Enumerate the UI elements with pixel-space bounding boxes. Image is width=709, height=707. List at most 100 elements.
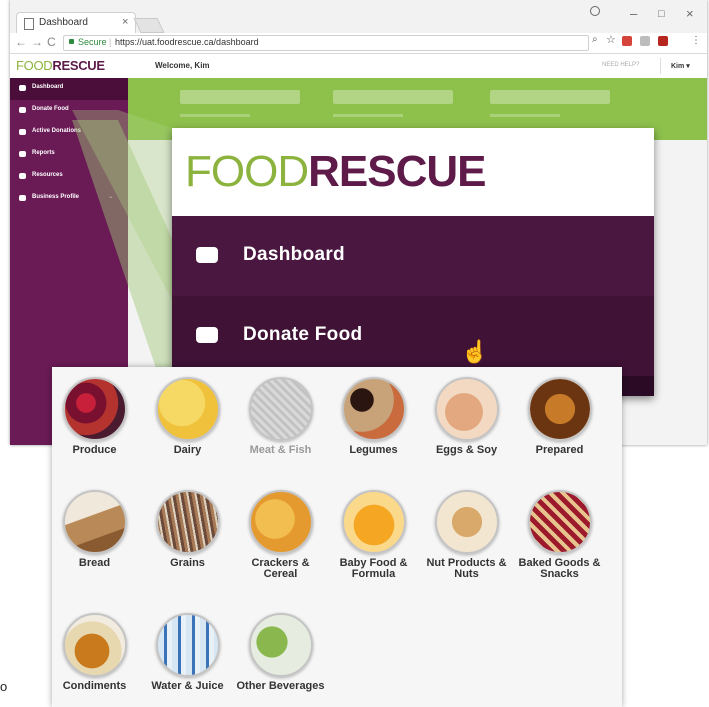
- browser-menu-icon[interactable]: ⋮: [691, 35, 701, 46]
- sidebar-item-active-donations[interactable]: Active Donations: [10, 122, 128, 144]
- stat-value-placeholder: [490, 90, 610, 104]
- minimize-button[interactable]: –: [630, 6, 637, 21]
- category-condiments[interactable]: Condiments: [48, 613, 141, 692]
- category-label: Nut Products & Nuts: [426, 557, 507, 580]
- category-eggs-soy[interactable]: Eggs & Soy: [420, 377, 513, 456]
- category-label: Condiments: [62, 680, 127, 692]
- stat-label-placeholder: [490, 114, 560, 117]
- category-prepared[interactable]: Prepared: [513, 377, 606, 456]
- zoom-item-label: Dashboard: [243, 244, 345, 265]
- sidebar-item-label: Active Donations: [32, 128, 82, 134]
- extension-icon[interactable]: [622, 36, 632, 46]
- forward-button[interactable]: →: [31, 35, 43, 49]
- nut-products-nuts-icon: [434, 490, 499, 554]
- tab-close-icon[interactable]: ×: [122, 16, 128, 28]
- donate-food-icon: [196, 327, 218, 343]
- category-baked-goods-snacks[interactable]: Baked Goods & Snacks: [513, 490, 606, 580]
- hand-cursor-icon: ☝: [461, 339, 489, 364]
- sidebar-item-donate-food[interactable]: Donate Food: [10, 100, 128, 122]
- category-produce[interactable]: Produce: [48, 377, 141, 456]
- category-dairy[interactable]: Dairy: [141, 377, 234, 456]
- sidebar-item-label: Donate Food: [32, 106, 69, 112]
- logo-rescue-text: RESCUE: [308, 147, 486, 196]
- zoomed-menu-panel: FOODRESCUE Dashboard Donate Food ☝: [172, 128, 654, 396]
- category-other-beverages[interactable]: Other Beverages: [234, 613, 327, 692]
- legumes-icon: [341, 377, 406, 441]
- browser-titlebar: Dashboard × – □ ×: [10, 0, 707, 34]
- pdf-extension-icon[interactable]: [658, 36, 668, 46]
- category-label: Other Beverages: [236, 680, 325, 692]
- baby-food-formula-icon: [341, 490, 406, 554]
- address-bar: ← → C Secure | https://uat.foodrescue.ca…: [10, 33, 707, 54]
- stat-value-placeholder: [333, 90, 453, 104]
- zoom-item-label: Donate Food: [243, 324, 363, 345]
- category-bread[interactable]: Bread: [48, 490, 141, 569]
- category-label: Baked Goods & Snacks: [518, 557, 601, 580]
- donate-food-icon: [19, 107, 26, 113]
- grains-icon: [155, 490, 220, 554]
- category-nut-products-nuts[interactable]: Nut Products & Nuts: [420, 490, 513, 580]
- sidebar-item-reports[interactable]: Reports: [10, 144, 128, 166]
- user-name: Kim: [671, 63, 685, 70]
- other-beverages-icon: [248, 613, 313, 677]
- category-label: Eggs & Soy: [435, 444, 498, 456]
- url-separator: |: [109, 37, 112, 47]
- sidebar-item-label: Dashboard: [32, 84, 64, 90]
- sidebar-item-label: Resources: [32, 172, 63, 178]
- category-label: Crackers & Cereal: [251, 557, 310, 580]
- sidebar-item-label: Reports: [32, 150, 55, 156]
- browser-tab[interactable]: Dashboard ×: [16, 12, 136, 34]
- food-category-grid: Produce Dairy Meat & Fish Legumes Eggs &…: [52, 367, 622, 707]
- lock-icon: [69, 39, 74, 44]
- back-button[interactable]: ←: [15, 35, 27, 49]
- bread-icon: [62, 490, 127, 554]
- chevron-down-icon: ⌄: [108, 193, 114, 200]
- stat-card: [180, 90, 300, 117]
- active-donations-icon: [19, 129, 26, 135]
- stray-text: o: [0, 679, 8, 694]
- maximize-button[interactable]: □: [658, 8, 665, 20]
- bookmark-star-icon[interactable]: ☆: [606, 33, 616, 46]
- profile-icon[interactable]: [590, 6, 600, 16]
- new-tab-button[interactable]: [133, 18, 165, 33]
- url-field[interactable]: Secure | https://uat.foodrescue.ca/dashb…: [63, 35, 589, 51]
- produce-icon: [62, 377, 127, 441]
- secure-label: Secure: [78, 37, 107, 47]
- extension-icon[interactable]: [640, 36, 650, 46]
- category-legumes[interactable]: Legumes: [327, 377, 420, 456]
- category-baby-food-formula[interactable]: Baby Food & Formula: [327, 490, 420, 580]
- zoom-item-dashboard[interactable]: Dashboard: [172, 216, 654, 296]
- tab-title: Dashboard: [39, 17, 88, 28]
- logo-food-text: FOOD: [185, 147, 309, 196]
- eggs-soy-icon: [434, 377, 499, 441]
- category-label: Produce: [72, 444, 117, 456]
- condiments-icon: [62, 613, 127, 677]
- dashboard-icon: [19, 85, 26, 91]
- stat-value-placeholder: [180, 90, 300, 104]
- category-water-juice[interactable]: Water & Juice: [141, 613, 234, 692]
- sidebar-item-business-profile[interactable]: Business Profile ⌄: [10, 188, 128, 210]
- page-icon: [24, 18, 34, 30]
- need-help-link[interactable]: NEED HELP?: [602, 62, 639, 68]
- close-window-button[interactable]: ×: [686, 6, 694, 21]
- crackers-cereal-icon: [248, 490, 313, 554]
- category-meat-fish[interactable]: Meat & Fish: [234, 377, 327, 456]
- zoom-item-donate-food[interactable]: Donate Food: [172, 296, 654, 376]
- category-grains[interactable]: Grains: [141, 490, 234, 569]
- user-menu[interactable]: Kim ▾: [671, 62, 690, 70]
- dairy-icon: [155, 377, 220, 441]
- reports-icon: [19, 151, 26, 157]
- sidebar-item-resources[interactable]: Resources: [10, 166, 128, 188]
- category-label: Water & Juice: [151, 680, 224, 692]
- sidebar-item-dashboard[interactable]: Dashboard: [10, 78, 128, 100]
- baked-goods-snacks-icon: [527, 490, 592, 554]
- meat-fish-icon: [248, 377, 313, 441]
- foodrescue-logo[interactable]: FOODRESCUE: [16, 58, 105, 73]
- reload-button[interactable]: C: [47, 35, 56, 49]
- category-label: Meat & Fish: [249, 444, 312, 456]
- category-crackers-cereal[interactable]: Crackers & Cereal: [234, 490, 327, 580]
- stat-label-placeholder: [333, 114, 403, 117]
- app-header: FOODRESCUE Welcome, Kim NEED HELP? Kim ▾: [10, 54, 707, 79]
- zoom-icon[interactable]: ⌕: [592, 34, 598, 45]
- header-divider: [660, 58, 661, 74]
